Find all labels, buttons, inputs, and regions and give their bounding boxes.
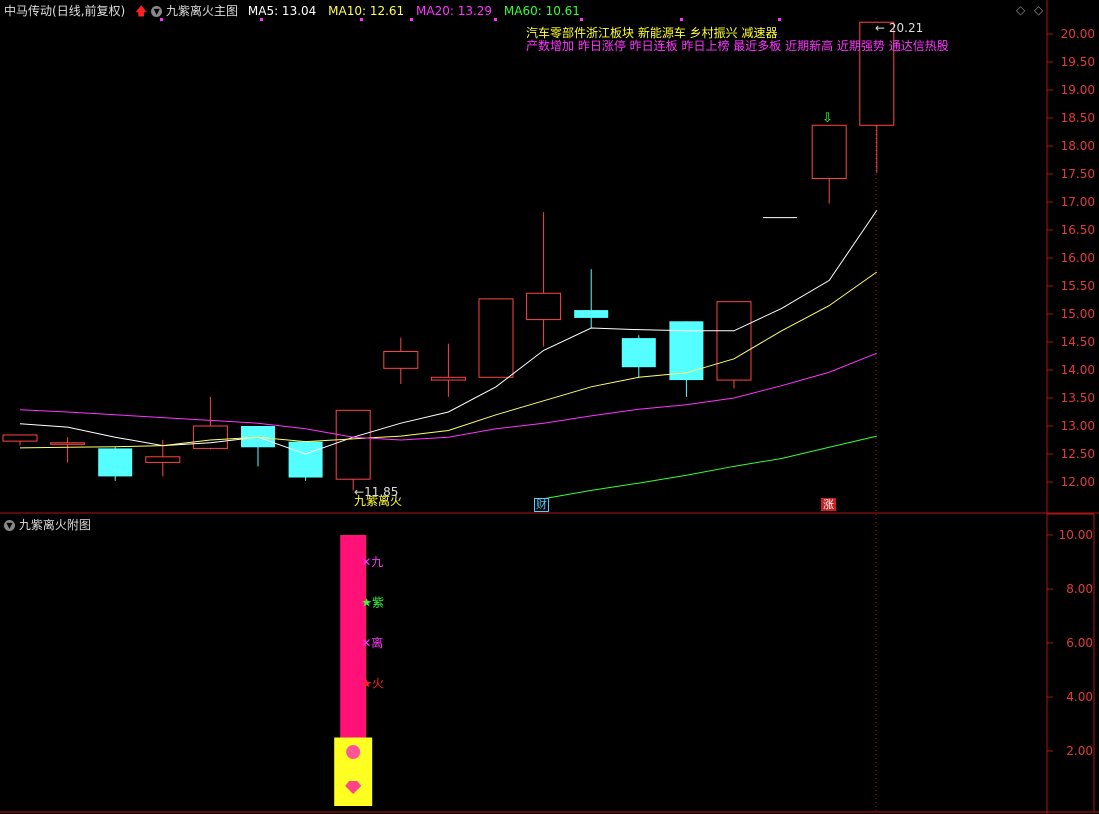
sub-y-tick-label: 6.00 [1066, 636, 1093, 650]
y-tick-label: 19.50 [1061, 55, 1095, 69]
candle-body [288, 441, 323, 478]
main-plot: 12.00 12.50 13.00 13.50 14.00 14.50 15.00 15.50… [2, 21, 1095, 500]
candle-body [192, 425, 228, 449]
sub-y-tick-label: 2.00 [1066, 744, 1093, 758]
candle-body [430, 376, 466, 381]
y-tick-label: 14.00 [1061, 363, 1095, 377]
sub-marker-label: ✕离 [361, 635, 383, 650]
ma5-label: MA5: 13.04 [247, 4, 317, 18]
chevron-down-icon[interactable]: ▼ [151, 6, 163, 17]
candle-body [50, 442, 86, 445]
dot [580, 18, 583, 21]
y-tick-label: 16.00 [1061, 251, 1095, 265]
candle-body [98, 448, 133, 477]
ma-line-ma60 [543, 435, 877, 500]
y-tick-label: 15.00 [1061, 307, 1095, 321]
high-price-value: 20.21 [888, 21, 924, 35]
sub-y-tick-label: 4.00 [1066, 690, 1093, 704]
dot [680, 18, 683, 21]
candle-body [526, 292, 562, 321]
dot [260, 18, 263, 21]
signal-text: 九紫离火 [354, 494, 403, 508]
y-tick-label: 16.50 [1061, 223, 1095, 237]
y-tick-label: 15.50 [1061, 279, 1095, 293]
chevron-down-icon[interactable]: ▼ [4, 520, 15, 531]
diamond-icon-2[interactable]: ◇ [1034, 3, 1043, 17]
ma20-label: MA20: 13.29 [416, 4, 493, 18]
y-tick-label: 20.00 [1061, 27, 1095, 41]
stock-name[interactable]: 中马传动 [4, 4, 52, 18]
up-arrow-icon: 🡅 [135, 4, 148, 18]
sub-y-tick-label: 10.00 [1059, 528, 1093, 542]
zhang-badge[interactable]: 涨 [821, 498, 836, 511]
sub-plot: 2.00 4.00 6.00 8.00 10.00 ✕九 ★紫 ✕离 ★火 [334, 528, 1093, 806]
sub-marker-label: ★紫 [361, 596, 384, 610]
dot [494, 18, 497, 21]
y-tick-label: 13.50 [1061, 391, 1095, 405]
y-tick-label: 19.00 [1061, 83, 1095, 97]
y-tick-label: 12.00 [1061, 475, 1095, 489]
y-tick-label: 18.00 [1061, 139, 1095, 153]
y-tick-label: 13.00 [1061, 419, 1095, 433]
candle-body [2, 434, 38, 442]
sub-marker-label: ✕九 [361, 555, 383, 569]
chart-canvas: 12.00 12.50 13.00 13.50 14.00 14.50 15.00 15.50… [0, 0, 1099, 814]
candle-body [335, 409, 371, 480]
y-tick-label: 17.50 [1061, 167, 1095, 181]
dot [778, 18, 781, 21]
candle-body [811, 124, 847, 179]
diamond-icon[interactable]: ◇ [1016, 3, 1025, 17]
sub-panel-title[interactable]: 九紫离火附图 [19, 518, 91, 532]
main-indicator-name[interactable]: 九紫离火主图 [166, 4, 238, 18]
candle-body [574, 310, 609, 318]
high-price-label: ← 20.21 [875, 21, 924, 35]
candle-body [241, 426, 275, 448]
sub-panel-header: ▼ 九紫离火附图 [4, 516, 91, 533]
ma10-label: MA10: 12.61 [328, 4, 405, 18]
ma60-label: MA60: 10.61 [503, 4, 580, 18]
cai-badge[interactable]: 财 [534, 498, 549, 512]
concept-tags-line2: 产数增加 昨日涨停 昨日连板 昨日上榜 最近多板 近期新高 近期强势 通达信热股 [526, 39, 949, 53]
y-tick-label: 17.00 [1061, 195, 1095, 209]
candle-body [478, 298, 514, 378]
candle-body [716, 301, 752, 381]
sub-y-tick-label: 8.00 [1066, 582, 1093, 596]
gem-icon [346, 745, 361, 759]
dot [410, 18, 413, 21]
down-arrow-icon: ⇩ [822, 111, 833, 126]
y-tick-label: 14.50 [1061, 335, 1095, 349]
y-tick-label: 12.50 [1061, 447, 1095, 461]
candle-body [383, 351, 419, 369]
sub-marker-label: ★火 [361, 677, 384, 691]
candle-body [145, 456, 181, 463]
dot [160, 18, 163, 21]
y-tick-label: 18.50 [1061, 111, 1095, 125]
candle-body [621, 338, 656, 368]
period-label[interactable]: (日线,前复权) [52, 4, 125, 18]
dot [360, 18, 363, 21]
